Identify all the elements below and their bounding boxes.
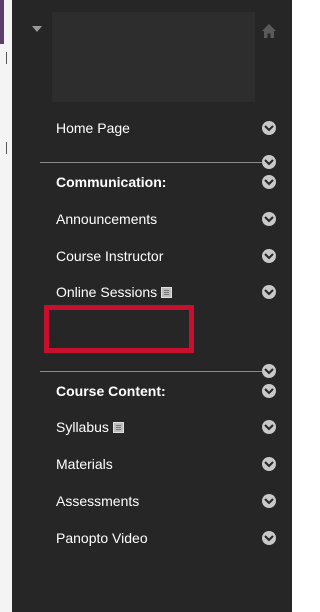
chevron-down-circle-icon[interactable] — [262, 457, 276, 471]
content-item-icon — [112, 422, 124, 433]
chevron-down-circle-icon[interactable] — [262, 494, 276, 508]
menu-item-text: Syllabus — [56, 419, 109, 435]
menu-item-label: Home Page — [56, 120, 130, 136]
menu-header-communication[interactable]: Communication: — [30, 166, 280, 200]
menu-item-label: Course Instructor — [56, 248, 164, 264]
menu-item-label: Online Sessions — [56, 284, 173, 300]
chevron-down-circle-icon[interactable] — [262, 212, 276, 226]
home-icon[interactable] — [260, 22, 278, 40]
menu-item-syllabus[interactable]: Syllabus — [30, 411, 280, 445]
menu-item-label: Materials — [56, 456, 113, 472]
menu-item-home-page[interactable]: Home Page — [30, 112, 280, 146]
chevron-down-circle-icon[interactable] — [262, 249, 276, 263]
chevron-down-circle-icon[interactable] — [262, 531, 276, 545]
menu-item-label: Assessments — [56, 493, 140, 509]
course-banner — [52, 12, 255, 102]
chevron-down-circle-icon[interactable] — [262, 384, 276, 398]
menu-item-assessments[interactable]: Assessments — [30, 485, 280, 519]
menu-divider — [40, 371, 262, 372]
menu-header-course-content[interactable]: Course Content: — [30, 375, 280, 409]
chevron-down-circle-icon[interactable] — [262, 175, 276, 189]
menu-header-label: Course Content: — [56, 383, 166, 399]
chevron-down-circle-icon[interactable] — [262, 420, 276, 434]
menu-divider — [40, 162, 262, 163]
menu-item-label: Panopto Video — [56, 530, 148, 546]
content-item-icon — [161, 287, 173, 298]
page-edge-accent — [0, 0, 4, 44]
menu-item-online-sessions[interactable]: Online Sessions — [30, 276, 280, 310]
chevron-down-circle-icon[interactable] — [262, 285, 276, 299]
menu-item-materials[interactable]: Materials — [30, 448, 280, 482]
menu-item-course-instructor[interactable]: Course Instructor — [30, 240, 280, 274]
menu-item-announcements[interactable]: Announcements — [30, 203, 280, 237]
page-edge — [0, 0, 12, 612]
caret-down-icon[interactable] — [32, 26, 42, 32]
menu-item-label: Announcements — [56, 211, 158, 227]
menu-item-label: Syllabus — [56, 419, 124, 435]
menu-item-panopto-video[interactable]: Panopto Video — [30, 522, 280, 556]
chevron-down-circle-icon[interactable] — [262, 121, 276, 135]
menu-header-label: Communication: — [56, 174, 167, 190]
menu-item-text: Online Sessions — [56, 284, 158, 300]
